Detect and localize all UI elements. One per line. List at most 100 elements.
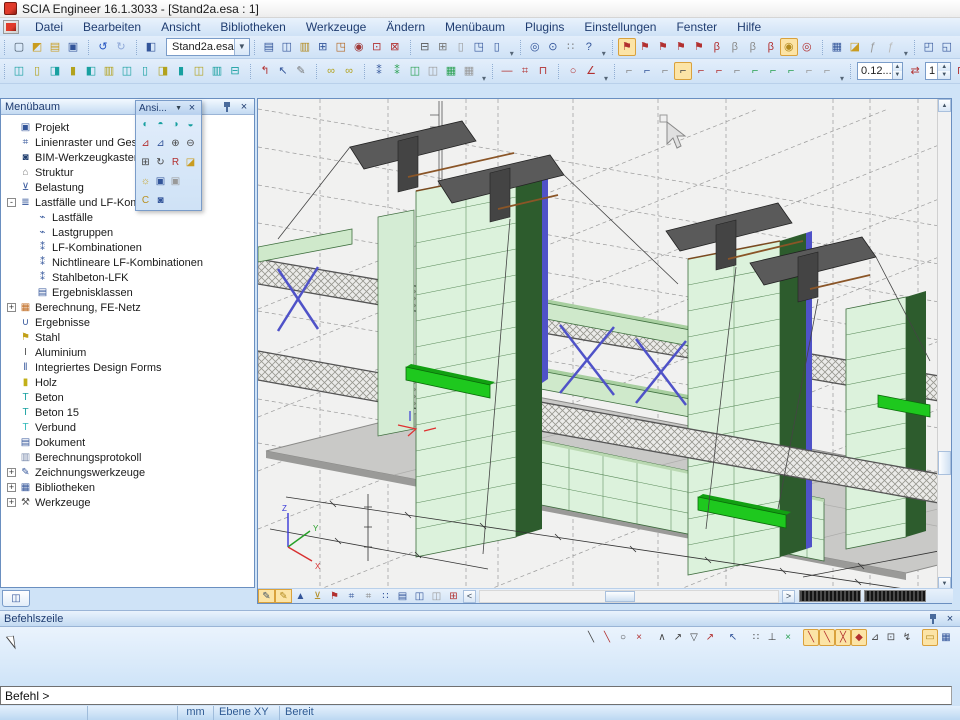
toolbar-overflow-icon[interactable]: ▾ [602,49,606,58]
function-on-icon[interactable]: ƒ [864,38,882,56]
function-off-icon[interactable]: ƒ [882,38,900,56]
tree-expand-toggle[interactable]: - [7,198,16,207]
document-icon[interactable]: ▯ [452,38,470,56]
load-case-1-icon[interactable]: ⚑ [618,38,636,56]
haunch-corner-11-icon[interactable]: ⌐ [800,62,818,80]
open-file-icon[interactable]: ◩ [28,38,46,56]
line-tool-icon[interactable]: — [498,62,516,80]
tree-item-ergebnisse[interactable]: ∪ Ergebnisse [1,315,254,330]
light-toggle-icon[interactable]: ☼ [138,173,153,190]
haunch-corner-3-icon[interactable]: ⌐ [656,62,674,80]
page-icon[interactable]: ▯ [488,38,506,56]
tree-item-stahlbeton-lfk[interactable]: ⁑ Stahlbeton-LFK [1,270,254,285]
haunch-corner-8-icon[interactable]: ⌐ [746,62,764,80]
snap-peak-icon[interactable]: ∧ [654,629,670,646]
show-nodes-icon[interactable]: ✎ [258,589,275,603]
detail-dots-icon[interactable]: ∷ [562,38,580,56]
menu-item[interactable]: Plugins [515,18,574,36]
member-rib-icon[interactable]: ▮ [64,62,82,80]
load-case-2-icon[interactable]: ⚑ [636,38,654,56]
zoom-out-icon[interactable]: ⊖ [183,135,198,152]
snap-intersection-icon[interactable]: × [780,629,796,646]
add-member-icon[interactable]: ⁑ [370,62,388,80]
member-haunch-icon[interactable]: ▥ [208,62,226,80]
cursor-snap-settings-icon[interactable]: ↖ [725,629,741,646]
snap-box-icon[interactable]: ⊡ [883,629,899,646]
copy-attributes-icon[interactable]: ◳ [332,38,350,56]
haunch-corner-6-icon[interactable]: ⌐ [710,62,728,80]
save-icon[interactable]: ▣ [64,38,82,56]
pan-wheel[interactable] [799,590,861,602]
move-tool-icon[interactable]: ↰ [256,62,274,80]
fence-remove-icon[interactable]: ⊠ [386,38,404,56]
fence-add-icon[interactable]: ⊡ [368,38,386,56]
store-view-icon[interactable]: ◪ [183,154,198,171]
chevron-down-icon[interactable]: ▼ [175,105,182,112]
toolbar-overflow-icon[interactable]: ▾ [510,49,514,58]
menu-item[interactable]: Ansicht [151,18,210,36]
show-mesh-icon[interactable]: ∷ [377,589,394,603]
haunch-corner-9-icon[interactable]: ⌐ [764,62,782,80]
tree-item-struktur[interactable]: ⌂ Struktur [1,165,254,180]
toolbar-overflow-icon[interactable]: ▾ [904,49,908,58]
command-input[interactable]: Befehl > [0,686,952,705]
vertical-scroll-thumb[interactable] [938,451,951,475]
menu-item[interactable]: Datei [25,18,73,36]
tree-item-belastung[interactable]: ⊻ Belastung [1,180,254,195]
horizontal-scrollbar[interactable] [479,590,779,603]
close-icon[interactable]: × [186,102,198,114]
redraw-icon[interactable]: ◎ [526,38,544,56]
load-combination-2-icon[interactable]: β [726,38,744,56]
tree-item-projekt[interactable]: ▣ Projekt [1,120,254,135]
member-node-icon[interactable]: ◫ [190,62,208,80]
active-load-case-icon[interactable]: ◉ [780,38,798,56]
window-tile-vertical-icon[interactable]: ◲ [956,38,960,56]
show-surfaces-icon[interactable]: ⌗ [360,589,377,603]
tree-item-nichtlineare-lf-kombinationen[interactable]: ⁑ Nichtlineare LF-Kombinationen [1,255,254,270]
haunch-corner-7-icon[interactable]: ⌐ [728,62,746,80]
circle-tool-icon[interactable]: ○ [564,62,582,80]
haunch-corner-4-icon[interactable]: ⌐ [674,62,692,80]
profile-tool-icon[interactable]: ⊓ [534,62,552,80]
tree-item-stahl[interactable]: ⚑ Stahl [1,330,254,345]
member-subregion-icon[interactable]: ▮ [172,62,190,80]
tree-item-integriertes-design-forms[interactable]: ‖ Integriertes Design Forms [1,360,254,375]
angle-tool-icon[interactable]: ∠ [582,62,600,80]
pin-icon[interactable] [928,613,938,625]
zoom-selection-icon[interactable]: R [168,154,183,171]
member-1d-icon[interactable]: ◫ [10,62,28,80]
vertical-scrollbar[interactable]: ▲ ▼ [937,99,951,590]
snap-point-icon[interactable]: ◆ [851,629,867,646]
count-spinner[interactable]: 1 ▲▼ [925,62,951,80]
view-parameters-icon[interactable]: ◙ [153,192,168,209]
tree-expand-toggle[interactable]: + [7,468,16,477]
export-icon[interactable]: ◳ [470,38,488,56]
redo-icon[interactable]: ↻ [112,38,130,56]
ruler-icon[interactable]: ▭ [922,629,938,646]
member-wall-icon[interactable]: ▥ [100,62,118,80]
view-axonometric-4-icon[interactable]: ◒ [183,116,198,133]
add-member-green-icon[interactable]: ⁑ [388,62,406,80]
window-tile-icon[interactable]: ◱ [938,38,956,56]
document-app-icon[interactable] [3,20,19,34]
tree-item-bibliotheken[interactable]: + ▦ Bibliotheken [1,480,254,495]
show-loads-icon[interactable]: ⊻ [309,589,326,603]
link-nodes-icon[interactable]: ∞ [322,62,340,80]
tree-expand-toggle[interactable]: + [7,498,16,507]
camera-delete-icon[interactable]: ▣ [168,173,183,190]
project-manager-icon[interactable]: ◧ [142,38,160,56]
menubaum-tab-button[interactable]: ◫ [2,590,30,607]
menu-item[interactable]: Menübaum [435,18,515,36]
cut-profile-icon[interactable]: ⊓ [952,62,960,80]
tree-item-werkzeuge[interactable]: + ⚒ Werkzeuge [1,495,254,510]
snap-midpoint-icon[interactable]: ╲ [819,629,835,646]
close-icon[interactable]: × [944,613,956,625]
menu-item[interactable]: Einstellungen [574,18,666,36]
print-preview-icon[interactable]: ⊞ [434,38,452,56]
show-members-icon[interactable]: ✎ [275,589,292,603]
close-icon[interactable]: × [238,101,250,113]
tree-item-berechnung-fe-netz[interactable]: + ▦ Berechnung, FE-Netz [1,300,254,315]
tree-item-beton-15[interactable]: T Beton 15 [1,405,254,420]
plate-inactive-icon[interactable]: ▦ [460,62,478,80]
tree-item-zeichnungswerkzeuge[interactable]: + ✎ Zeichnungswerkzeuge [1,465,254,480]
